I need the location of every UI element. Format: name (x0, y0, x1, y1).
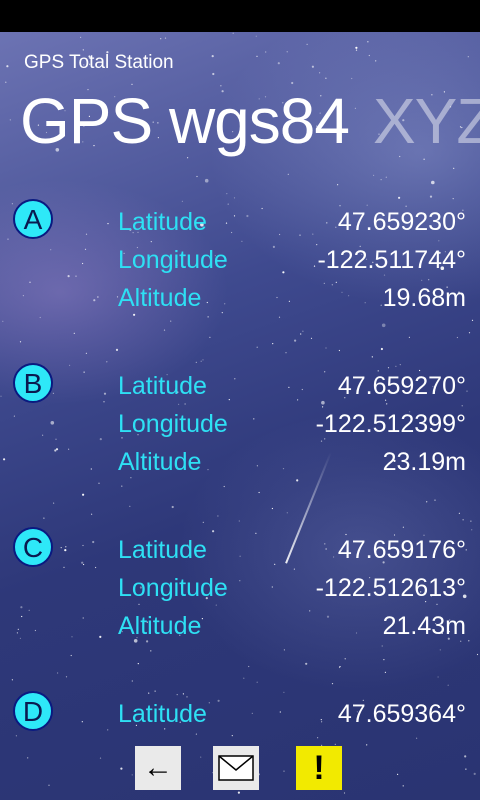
longitude-row: Longitude -122.512613° (118, 574, 466, 612)
point-b-badge[interactable]: B (13, 363, 53, 403)
longitude-label: Longitude (118, 574, 228, 602)
longitude-value: -122.512399° (315, 410, 466, 438)
point-c-badge[interactable]: C (13, 527, 53, 567)
altitude-label: Altitude (118, 284, 202, 312)
point-a-badge[interactable]: A (13, 199, 53, 239)
email-button[interactable] (213, 746, 259, 790)
latitude-label: Latitude (118, 372, 207, 400)
altitude-value: 19.68m (382, 284, 466, 312)
pivot-headers: GPS wgs84 XYZ (20, 84, 480, 158)
altitude-label: Altitude (118, 448, 202, 476)
altitude-value: 23.19m (382, 448, 466, 476)
back-arrow-icon: ← (143, 751, 173, 784)
latitude-label: Latitude (118, 536, 207, 564)
latitude-row: Latitude 47.659230° (118, 208, 466, 246)
longitude-value: -122.512613° (315, 574, 466, 602)
warning-button[interactable]: ! (296, 746, 342, 790)
back-button[interactable]: ← (135, 746, 181, 790)
pivot-header-gps-wgs84[interactable]: GPS wgs84 (20, 84, 350, 158)
latitude-label: Latitude (118, 208, 207, 236)
longitude-label: Longitude (118, 410, 228, 438)
warning-icon: ! (313, 749, 325, 787)
mail-icon (218, 755, 254, 781)
latitude-value: 47.659176° (337, 536, 466, 564)
altitude-row: Altitude 21.43m (118, 612, 466, 650)
latitude-row: Latitude 47.659364° (118, 700, 466, 738)
altitude-row: Altitude 23.19m (118, 448, 466, 486)
pivot-header-xyz[interactable]: XYZ (373, 84, 480, 158)
latitude-value: 47.659270° (337, 372, 466, 400)
altitude-label: Altitude (118, 612, 202, 640)
latitude-value: 47.659364° (337, 700, 466, 728)
altitude-row: Altitude 19.68m (118, 284, 466, 322)
altitude-value: 21.43m (382, 612, 466, 640)
point-d-badge[interactable]: D (13, 691, 53, 731)
latitude-label: Latitude (118, 700, 207, 728)
longitude-row: Longitude -122.511744° (118, 246, 466, 284)
latitude-row: Latitude 47.659270° (118, 372, 466, 410)
status-bar (0, 0, 480, 32)
app-bar: ← ! (0, 740, 480, 800)
latitude-row: Latitude 47.659176° (118, 536, 466, 574)
latitude-value: 47.659230° (337, 208, 466, 236)
longitude-label: Longitude (118, 246, 228, 274)
longitude-row: Longitude -122.512399° (118, 410, 466, 448)
app-title: GPS Total Station (24, 52, 174, 73)
longitude-value: -122.511744° (317, 246, 466, 274)
